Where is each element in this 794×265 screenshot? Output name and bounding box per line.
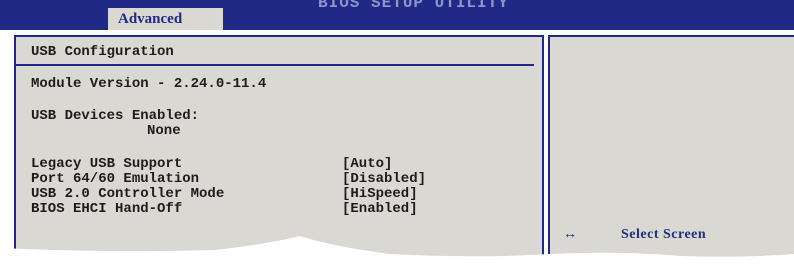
page-curl-cutout [0,236,794,265]
